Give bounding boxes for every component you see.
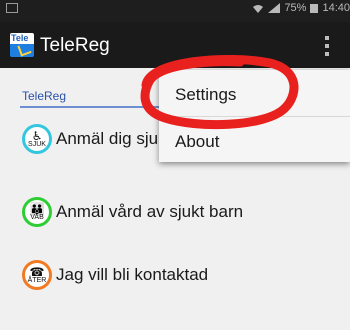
- menu-item-about[interactable]: About: [175, 132, 219, 152]
- menu-item-settings[interactable]: Settings: [175, 85, 236, 105]
- battery-icon: [310, 3, 319, 13]
- person-cane-icon: ♿ SJUK: [22, 124, 52, 154]
- tab-underline: [20, 106, 165, 108]
- list-item-sjuk[interactable]: ♿ SJUK Anmäl dig sjuk: [22, 124, 167, 154]
- tab-telereg[interactable]: TeleReg: [22, 89, 66, 103]
- list-item-vab[interactable]: 👪 VAB Anmäl vård av sjukt barn: [22, 197, 243, 227]
- wifi-icon: [253, 4, 264, 13]
- notification-icon: [6, 3, 18, 13]
- phone-callback-icon: ☎ ÅTER: [22, 260, 52, 290]
- icon-badge: VAB: [30, 214, 44, 221]
- list-item-label: Anmäl vård av sjukt barn: [56, 202, 244, 221]
- icon-badge: ÅTER: [27, 277, 47, 284]
- app-title: TeleReg: [40, 35, 110, 56]
- parent-child-icon: 👪 VAB: [22, 197, 52, 227]
- list-item-label: Jag vill bli kontaktad: [56, 265, 209, 284]
- list-item-label: Anmäl dig sjuk: [56, 129, 167, 148]
- clock: 14:40: [322, 2, 350, 14]
- overflow-menu-icon[interactable]: [324, 36, 330, 56]
- overflow-menu-popup: Settings About: [159, 70, 350, 162]
- status-icons: 75% 14:40: [252, 0, 350, 16]
- checkmark-icon: [17, 42, 32, 57]
- app-logo-text: Tele: [11, 33, 29, 43]
- menu-divider: [159, 116, 350, 117]
- status-bar: 75% 14:40: [0, 0, 350, 22]
- icon-badge: SJUK: [28, 141, 46, 148]
- list-item-ater[interactable]: ☎ ÅTER Jag vill bli kontaktad: [22, 260, 208, 290]
- signal-icon: [268, 3, 281, 13]
- battery-percent: 75%: [284, 2, 307, 14]
- action-bar: Tele TeleReg: [0, 22, 350, 68]
- app-logo: Tele: [10, 33, 34, 57]
